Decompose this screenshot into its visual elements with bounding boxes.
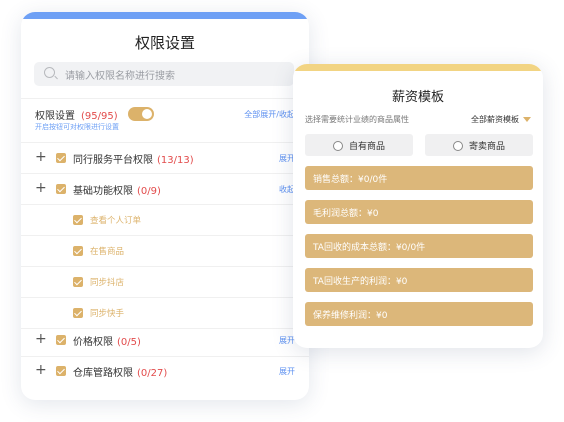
expand-all-link[interactable]: 全部展开/收起 [244, 109, 295, 120]
checkbox[interactable] [73, 215, 83, 225]
plus-icon[interactable]: + [35, 331, 47, 347]
permissions-header-count: (95/95) [81, 111, 118, 122]
option-own-goods[interactable]: 自有商品 [305, 134, 413, 156]
permission-sub-label: 同步快手 [90, 309, 125, 319]
permissions-header-label: 权限设置 [35, 111, 75, 122]
permission-row-name: 基础功能权限 [73, 186, 133, 197]
metric-bar: 毛利润总额：¥0 [305, 200, 533, 224]
permission-row-name: 仓库管路权限 [73, 368, 133, 379]
metric-text: 保养维修利润：¥0 [313, 311, 388, 321]
permission-row[interactable]: + 价格权限 (0/5) 展开 [21, 325, 309, 355]
permission-row-label: 价格权限 (0/5) [73, 333, 141, 348]
metric-text: 毛利润总额：¥0 [313, 209, 379, 219]
checkbox[interactable] [56, 366, 66, 376]
checkbox[interactable] [73, 277, 83, 287]
permission-row[interactable]: + 基础功能权限 (0/9) 收起 [21, 174, 309, 204]
caret-down-icon [523, 117, 531, 122]
salary-template-select-label: 全部薪资模板 [471, 115, 519, 124]
permission-row-label: 仓库管路权限 (0/27) [73, 364, 167, 379]
permissions-card-topbar [21, 12, 309, 19]
expand-toggle-link[interactable]: 展开 [279, 366, 295, 377]
permission-row-count: (0/27) [137, 368, 168, 379]
permissions-card: 权限设置 请输入权限名称进行搜索 权限设置 (95/95) 开启按钮可对权限进行设… [21, 12, 309, 400]
permission-sub-row[interactable]: 同步快手 [21, 298, 309, 328]
permission-row-count: (13/13) [157, 155, 194, 166]
permissions-toggle[interactable] [128, 107, 154, 121]
permission-sub-label: 在售商品 [90, 247, 125, 257]
search-input[interactable]: 请输入权限名称进行搜索 [34, 62, 294, 86]
salary-template-card: 薪资模板 选择需要统计业绩的商品属性 全部薪资模板 自有商品 寄卖商品 销售总额… [293, 64, 543, 348]
checkbox[interactable] [73, 246, 83, 256]
salary-template-select[interactable]: 全部薪资模板 [471, 114, 531, 125]
permission-row[interactable]: + 仓库管路权限 (0/27) 展开 [21, 356, 309, 386]
metric-bar: 保养维修利润：¥0 [305, 302, 533, 326]
metric-text: 销售总额：¥0/0件 [313, 175, 388, 185]
permission-row-name: 价格权限 [73, 337, 113, 348]
option-consignment-goods[interactable]: 寄卖商品 [425, 134, 533, 156]
permission-row[interactable]: + 同行服务平台权限 (13/13) 展开 [21, 143, 309, 173]
permission-row-count: (0/9) [137, 186, 161, 197]
permission-sub-row[interactable]: 查看个人订单 [21, 205, 309, 235]
checkbox[interactable] [56, 335, 66, 345]
permissions-header: 权限设置 (95/95) [35, 107, 118, 122]
metric-text: TA回收的成本总额：¥0/0件 [313, 243, 426, 253]
salary-card-topbar [293, 64, 543, 71]
permission-row-name: 同行服务平台权限 [73, 155, 153, 166]
permission-sub-row[interactable]: 同步抖店 [21, 267, 309, 297]
permissions-title: 权限设置 [134, 34, 195, 52]
permissions-hint: 开启按钮可对权限进行设置 [35, 123, 119, 131]
checkbox[interactable] [73, 308, 83, 318]
radio-button[interactable] [453, 141, 463, 151]
plus-icon[interactable]: + [35, 362, 47, 378]
option-label: 自有商品 [349, 142, 386, 152]
checkbox[interactable] [56, 184, 66, 194]
permission-sub-row[interactable]: 在售商品 [21, 236, 309, 266]
search-icon [44, 67, 55, 78]
permission-row-label: 基础功能权限 (0/9) [73, 182, 161, 197]
radio-button[interactable] [333, 141, 343, 151]
divider [21, 98, 309, 99]
metric-text: TA回收生产的利润：¥0 [313, 277, 408, 287]
permission-row-count: (0/5) [117, 337, 141, 348]
option-label: 寄卖商品 [469, 142, 506, 152]
metric-bar: TA回收的成本总额：¥0/0件 [305, 234, 533, 258]
checkbox[interactable] [56, 153, 66, 163]
metric-bar: 销售总额：¥0/0件 [305, 166, 533, 190]
metric-bar: TA回收生产的利润：¥0 [305, 268, 533, 292]
plus-icon[interactable]: + [35, 180, 47, 196]
permission-sub-label: 查看个人订单 [90, 216, 142, 226]
permission-sub-label: 同步抖店 [90, 278, 125, 288]
salary-title: 薪资模板 [391, 90, 444, 105]
permission-row-label: 同行服务平台权限 (13/13) [73, 151, 194, 166]
search-placeholder: 请输入权限名称进行搜索 [65, 71, 175, 82]
plus-icon[interactable]: + [35, 149, 47, 165]
salary-hint: 选择需要统计业绩的商品属性 [305, 115, 409, 124]
